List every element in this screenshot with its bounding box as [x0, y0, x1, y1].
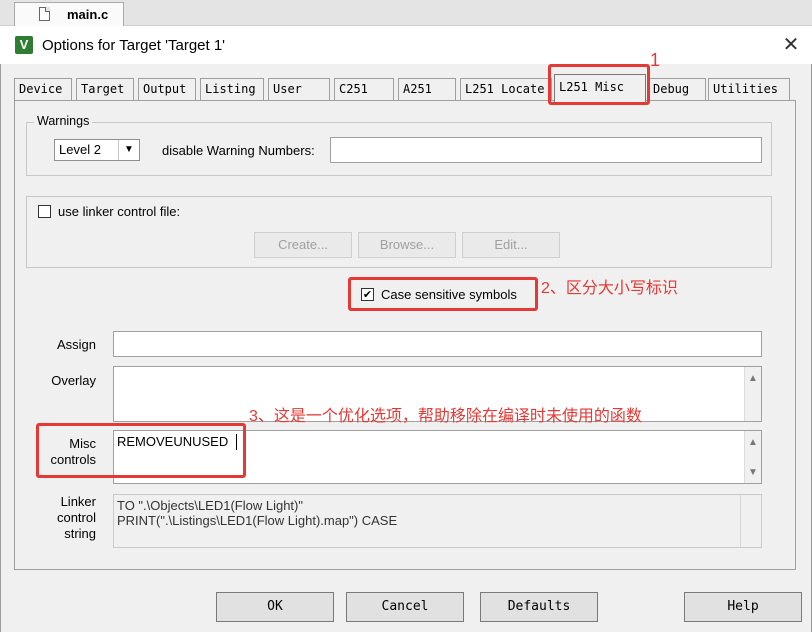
use-linker-control-file-label: use linker control file: [58, 204, 181, 219]
scroll-up-icon[interactable]: ▲ [745, 371, 761, 387]
chevron-down-icon: ▼ [118, 140, 139, 160]
overlay-label: Overlay [51, 373, 96, 388]
misc-controls-label: Misc controls [30, 436, 96, 468]
linker-string-label-line1: Linker [60, 494, 96, 509]
annotation-label-2: 2、区分大小写标识 [541, 280, 678, 297]
disable-warning-label: disable Warning Numbers: [162, 143, 315, 158]
misc-controls-textarea[interactable]: REMOVEUNUSED ▲ ▼ [113, 430, 762, 484]
scroll-down-icon[interactable]: ▼ [745, 465, 761, 481]
linker-string-label-line3: string [64, 526, 96, 541]
dialog-title: Options for Target 'Target 1' [42, 37, 226, 54]
tab-user[interactable]: User [268, 78, 330, 100]
file-icon [39, 7, 50, 21]
assign-label: Assign [56, 337, 96, 352]
editor-tab-main-c[interactable]: main.c [14, 2, 124, 26]
linker-string-line2: PRINT(".\Listings\LED1(Flow Light).map")… [117, 513, 398, 528]
text-cursor [236, 434, 237, 450]
tab-a251[interactable]: A251 [398, 78, 456, 100]
help-button[interactable]: Help [684, 592, 802, 622]
misc-controls-value: REMOVEUNUSED [117, 434, 229, 449]
linker-control-string-label: Linker control string [30, 494, 96, 542]
use-linker-control-file-checkbox[interactable] [38, 205, 51, 218]
tab-l251-misc[interactable]: L251 Misc [554, 74, 646, 102]
tab-listing[interactable]: Listing [200, 78, 264, 100]
tab-debug[interactable]: Debug [648, 78, 706, 100]
warning-level-value: Level 2 [59, 142, 101, 157]
misc-controls-label-line1: Misc [69, 436, 96, 451]
disable-warning-numbers-input[interactable] [330, 137, 762, 163]
assign-input[interactable] [113, 331, 762, 357]
close-icon[interactable]: ✕ [780, 33, 802, 57]
editor-tab-label: main.c [67, 7, 109, 22]
tab-output[interactable]: Output [138, 78, 196, 100]
linker-string-line1: TO ".\Objects\LED1(Flow Light)" [117, 498, 303, 513]
create-button[interactable]: Create... [254, 232, 352, 258]
cancel-button[interactable]: Cancel [346, 592, 464, 622]
warning-level-select[interactable]: Level 2 ▼ [54, 139, 140, 161]
linker-string-label-line2: control [56, 510, 96, 525]
case-sensitive-checkbox[interactable]: ✔ [361, 288, 374, 301]
defaults-button[interactable]: Defaults [480, 592, 598, 622]
overlay-scrollbar[interactable]: ▲ [744, 367, 761, 421]
scroll-up-icon[interactable]: ▲ [745, 435, 761, 451]
warnings-legend: Warnings [34, 114, 93, 128]
linker-string-scroll-divider [740, 495, 741, 547]
ok-button[interactable]: OK [216, 592, 334, 622]
case-sensitive-label: Case sensitive symbols [381, 287, 517, 302]
tab-target[interactable]: Target [76, 78, 134, 100]
linker-control-string-box: TO ".\Objects\LED1(Flow Light)" PRINT(".… [113, 494, 762, 548]
tab-device[interactable]: Device [14, 78, 72, 100]
tab-utilities[interactable]: Utilities [708, 78, 790, 100]
keil-app-icon: V [15, 36, 33, 54]
annotation-label-1: 1 [650, 50, 661, 70]
tab-c251[interactable]: C251 [334, 78, 394, 100]
misc-controls-scrollbar[interactable]: ▲ ▼ [744, 431, 761, 483]
options-tabs: Device Target Output Listing User C251 A… [14, 74, 796, 102]
tab-l251-locate[interactable]: L251 Locate [460, 78, 552, 100]
browse-button[interactable]: Browse... [358, 232, 456, 258]
misc-controls-label-line2: controls [50, 452, 96, 467]
edit-button[interactable]: Edit... [462, 232, 560, 258]
annotation-label-3: 3、这是一个优化选项，帮助移除在编译时未使用的函数 [249, 408, 642, 425]
